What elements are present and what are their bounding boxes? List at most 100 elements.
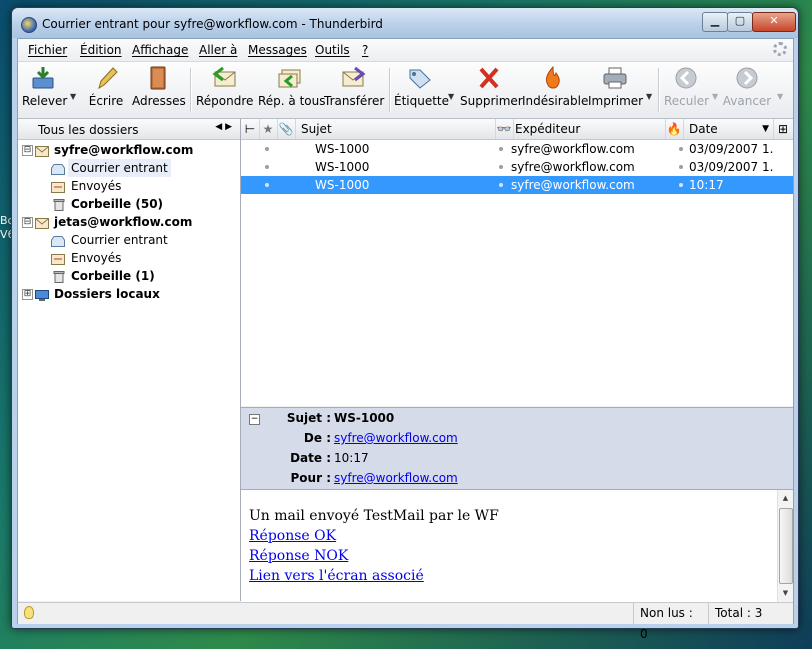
tag-icon (409, 69, 431, 89)
close-icon: ✕ (769, 14, 779, 27)
etiquette-label: Étiquette (394, 94, 450, 108)
ecrire-label: Écrire (88, 94, 124, 108)
maximize-icon: ▢ (734, 14, 746, 27)
collapse-icon[interactable]: ⊟ (22, 145, 33, 156)
lien-ecran-link[interactable]: Lien vers l'écran associé (249, 568, 424, 584)
reculer-label: Reculer (664, 94, 710, 108)
imprimer-dropdown-icon[interactable]: ▼ (646, 92, 652, 101)
close-button[interactable]: ✕ (752, 12, 796, 32)
folder-label: Envoyés (71, 251, 122, 265)
sender-column-header[interactable]: Expéditeur (513, 119, 666, 139)
junk-status-column[interactable]: 🔥 (665, 119, 684, 139)
folder-inbox-syfre[interactable]: Courrier entrant (18, 159, 240, 177)
folder-account-syfre[interactable]: ⊟ syfre@workflow.com (18, 141, 240, 159)
message-row[interactable]: WS-1000 syfre@workflow.com 03/09/2007 1.… (241, 140, 793, 158)
message-subject: WS-1000 (315, 160, 370, 174)
message-row-selected[interactable]: WS-1000 syfre@workflow.com 10:17 (241, 176, 793, 194)
avancer-dropdown-icon[interactable]: ▼ (777, 92, 783, 101)
body-scrollbar[interactable]: ▲ ▼ (777, 490, 793, 602)
sort-descending-icon: ▼ (762, 124, 769, 134)
minimize-icon: ▁ (710, 14, 720, 27)
thread-column-toggle[interactable]: ⊢ (241, 119, 260, 139)
forward-nav-icon (736, 67, 758, 89)
repondre-button[interactable]: Répondre (196, 66, 253, 114)
ecrire-button[interactable]: Écrire (88, 66, 124, 114)
imprimer-label: Imprimer (588, 94, 644, 108)
collapse-icon[interactable]: ⊟ (22, 217, 33, 228)
adresses-button[interactable]: Adresses (132, 66, 186, 114)
folder-trash-jetas[interactable]: Corbeille (1) (18, 267, 240, 285)
folder-inbox-jetas[interactable]: Courrier entrant (18, 231, 240, 249)
etiquette-button[interactable]: Étiquette (394, 66, 450, 114)
folder-label: Dossiers locaux (54, 287, 160, 301)
relever-dropdown-icon[interactable]: ▼ (70, 92, 76, 101)
title-bar[interactable]: Courrier entrant pour syfre@workflow.com… (12, 8, 798, 38)
folder-label: jetas@workflow.com (54, 215, 193, 229)
reply-icon (212, 66, 236, 87)
folder-mode-arrows-icon[interactable]: ◀ ▶ (215, 122, 232, 132)
back-icon (675, 67, 697, 89)
toolbar-separator (389, 68, 391, 112)
scroll-up-icon[interactable]: ▲ (779, 491, 792, 505)
subject-value: WS-1000 (334, 411, 395, 425)
subject-column-header[interactable]: Sujet (295, 119, 496, 139)
menu-edition[interactable]: Édition (80, 43, 122, 57)
address-book-icon (150, 66, 166, 90)
menu-affichage[interactable]: Affichage (132, 43, 188, 57)
unstarred-icon (265, 165, 269, 169)
folder-sent-jetas[interactable]: Envoyés (18, 249, 240, 267)
star-column[interactable]: ★ (259, 119, 278, 139)
menu-outils[interactable]: Outils (315, 43, 350, 57)
to-email-link[interactable]: syfre@workflow.com (334, 468, 458, 488)
minimize-button[interactable]: ▁ (702, 12, 728, 32)
rep-a-tous-button[interactable]: Rép. à tous (258, 66, 326, 114)
reponse-ok-link[interactable]: Réponse OK (249, 528, 336, 544)
print-icon (603, 67, 627, 89)
imprimer-button[interactable]: Imprimer (588, 66, 644, 114)
date-value: 10:17 (334, 451, 369, 465)
from-email-link[interactable]: syfre@workflow.com (334, 428, 458, 448)
toolbar-separator (658, 68, 660, 112)
attachment-column[interactable]: 📎 (277, 119, 296, 139)
transferer-button[interactable]: Transférer (324, 66, 384, 114)
scroll-down-icon[interactable]: ▼ (779, 586, 792, 600)
unstarred-icon (265, 147, 269, 151)
folder-label: Envoyés (71, 179, 122, 193)
reculer-button[interactable]: Reculer (664, 66, 710, 114)
scroll-thumb[interactable] (779, 508, 793, 584)
junk-icon (545, 66, 560, 89)
message-date: 03/09/2007 1... (689, 142, 773, 156)
star-icon: ★ (262, 122, 274, 136)
etiquette-dropdown-icon[interactable]: ▼ (448, 92, 454, 101)
indesirable-button[interactable]: Indésirable (522, 66, 588, 114)
trash-icon (53, 270, 67, 283)
folder-local-folders[interactable]: ⊞ Dossiers locaux (18, 285, 240, 303)
menu-messages[interactable]: Messages (248, 43, 307, 57)
reculer-dropdown-icon[interactable]: ▼ (712, 92, 718, 101)
menu-aide[interactable]: ? (362, 43, 368, 57)
folder-account-jetas[interactable]: ⊟ jetas@workflow.com (18, 213, 240, 231)
thunderbird-app-icon[interactable] (21, 17, 37, 33)
supprimer-button[interactable]: Supprimer (460, 66, 523, 114)
supprimer-label: Supprimer (460, 94, 523, 108)
relever-button[interactable]: Relever (22, 66, 67, 114)
folder-trash-syfre[interactable]: Corbeille (50) (18, 195, 240, 213)
thunderbird-window: Courrier entrant pour syfre@workflow.com… (11, 7, 799, 641)
menu-aller-a[interactable]: Aller à (199, 43, 237, 57)
message-row[interactable]: WS-1000 syfre@workflow.com 03/09/2007 1.… (241, 158, 793, 176)
message-date: 03/09/2007 1... (689, 160, 773, 174)
folder-sent-syfre[interactable]: Envoyés (18, 177, 240, 195)
message-sender: syfre@workflow.com (511, 160, 635, 174)
maximize-button[interactable]: ▢ (727, 12, 753, 32)
avancer-button[interactable]: Avancer (722, 66, 772, 114)
menu-fichier[interactable]: Fichier (28, 43, 67, 57)
offline-status-icon[interactable] (24, 606, 34, 619)
read-status-column[interactable]: 👓 (495, 119, 514, 139)
body-text: Un mail envoyé TestMail par le WF (249, 508, 499, 524)
date-column-header[interactable]: Date ▼ (683, 119, 774, 139)
junk-dot-icon (679, 183, 683, 187)
header-subject-row: Sujet : WS-1000 (241, 408, 793, 428)
column-picker[interactable]: ⊞ (773, 119, 793, 139)
expand-icon[interactable]: ⊞ (22, 289, 33, 300)
reponse-nok-link[interactable]: Réponse NOK (249, 548, 348, 564)
